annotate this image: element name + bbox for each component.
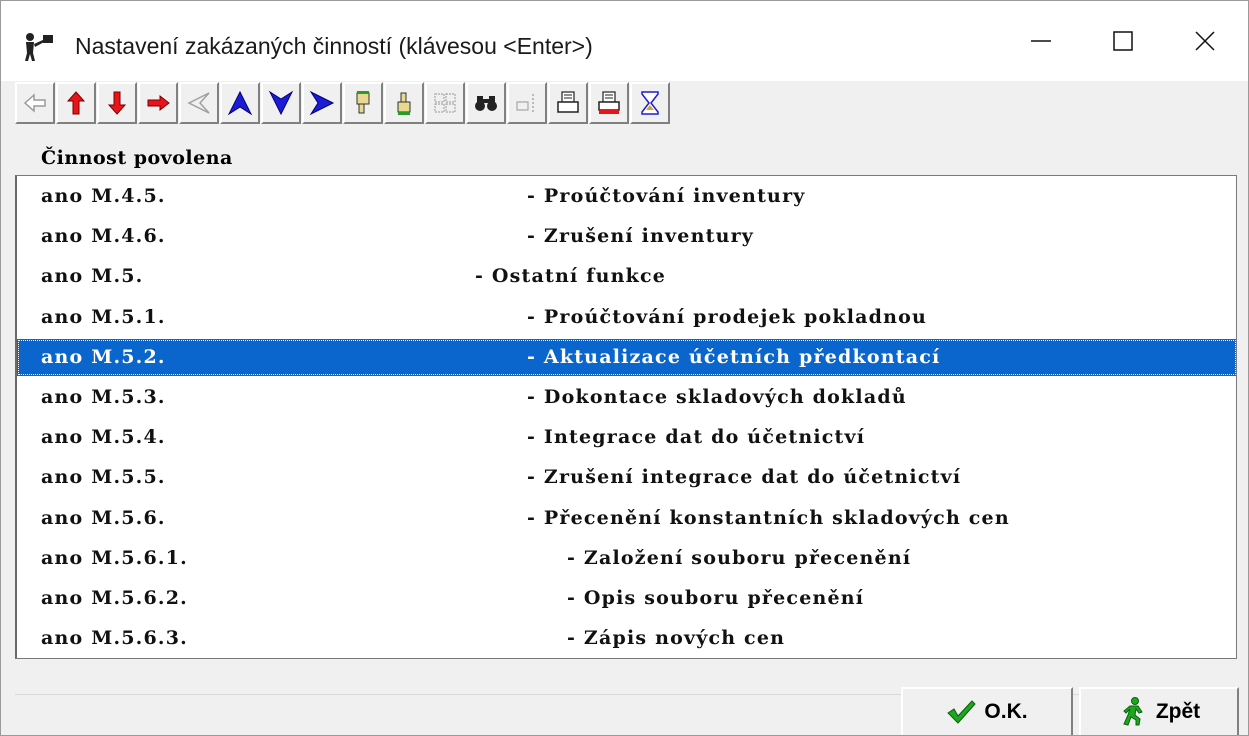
ok-label: O.K. [984,700,1028,723]
filter-button[interactable] [425,82,465,124]
column-header-label: Činnost povolena [41,147,233,169]
toolbar [15,82,845,124]
row-code: ano M.5.6.3. [41,627,188,650]
hand-pointing-up-icon [397,92,411,115]
hourglass-icon [641,91,659,115]
table-row[interactable]: ano M.5.6. - Přecenění konstantních sklad… [17,500,1236,537]
move-down-button[interactable] [97,82,137,124]
row-description: - Zrušení integrace dat do účetnictví [527,466,962,489]
row-code: ano M.5.3. [41,386,166,408]
row-description: - Dokontace skladových dokladů [527,386,907,408]
select-button[interactable] [507,82,547,124]
arrow-forward-blue-icon [309,90,335,116]
hand-down-button[interactable] [343,82,383,124]
hand-select-disabled-icon [516,94,534,112]
printer-red-icon [598,91,620,114]
table-row[interactable]: ano M.5.1. - Proúčtování prodejek pokladn… [17,299,1236,336]
row-description: - Integrace dat do účetnictví [527,426,866,449]
row-code: ano M.5.6.2. [41,587,188,609]
minimize-icon [1031,40,1051,42]
row-code: ano M.4.6. [41,225,166,248]
row-description: - Aktualizace účetních předkontací [527,345,941,368]
bottom-button[interactable] [261,82,301,124]
maximize-icon [1113,31,1133,51]
arrow-left-outline-disabled-icon [187,92,210,114]
wait-button[interactable] [630,82,670,124]
table-row[interactable]: ano M.4.5. - Proúčtování inventury [17,178,1236,215]
table-row[interactable]: ano M.5.2. - Aktualizace účetních předkon… [17,338,1236,376]
table-row[interactable]: ano M.5.6.1. - Založení souboru přecenění [17,540,1236,577]
row-code: ano M.5.6.1. [41,546,188,569]
row-code: ano M.5.2. [41,345,166,368]
print-red-button[interactable] [589,82,629,124]
binoculars-icon [475,96,497,111]
table-row[interactable]: ano M.4.6. - Zrušení inventury [17,218,1236,255]
ok-button[interactable]: O.K. [901,687,1073,735]
row-description: - Založení souboru přecenění [567,546,912,569]
back-button[interactable]: Zpět [1079,687,1239,735]
row-code: ano M.5.1. [41,305,166,328]
close-button[interactable] [1165,1,1247,81]
previous-page-button[interactable] [179,82,219,124]
row-code: ano M.5.4. [41,426,166,449]
row-description: - Proúčtování inventury [527,185,806,207]
row-code: ano M.5.6. [41,506,166,529]
running-figure-icon [1123,697,1143,726]
checkmark-icon [947,700,977,724]
row-description: - Proúčtování prodejek pokladnou [527,305,928,328]
row-code: ano M.5.5. [41,466,166,489]
filter-disabled-icon [434,93,456,113]
row-description: - Zrušení inventury [527,225,755,248]
grid-column-header[interactable]: Činnost povolena [15,139,1237,175]
arrow-down-red-icon [107,91,127,115]
table-row[interactable]: ano M.5.4. - Integrace dat do účetnictví [17,419,1236,456]
search-button[interactable] [466,82,506,124]
table-row[interactable]: ano M.5.3. - Dokontace skladových dokladů [17,379,1236,416]
row-description: - Opis souboru přecenění [567,587,865,609]
title-bar: Nastavení zakázaných činností (klávesou … [1,1,1248,81]
app-person-icon [25,33,53,61]
table-row[interactable]: ano M.5.6.3. - Zápis nových cen [17,620,1236,657]
hand-up-button[interactable] [384,82,424,124]
printer-icon [557,91,579,113]
arrow-top-blue-icon [227,90,253,116]
dialog-window: Nastavení zakázaných činností (klávesou … [0,0,1249,736]
row-description: - Zápis nových cen [567,627,786,650]
row-code: ano M.4.5. [41,185,166,207]
arrow-bottom-blue-icon [268,90,294,116]
next-page-button[interactable] [302,82,342,124]
row-description: - Přecenění konstantních skladových cen [527,506,1010,529]
top-button[interactable] [220,82,260,124]
activities-grid[interactable]: ano M.4.5. - Proúčtování inventury ano M.4… [15,175,1237,659]
arrow-up-red-icon [66,91,86,115]
back-label: Zpět [1155,700,1201,723]
hand-pointing-down-icon [356,91,370,114]
window-title: Nastavení zakázaných činností (klávesou … [75,33,593,59]
table-row[interactable]: ano M.5.6.2. - Opis souboru přecenění [17,580,1236,617]
move-up-button[interactable] [56,82,96,124]
close-icon [1195,31,1215,51]
table-row[interactable]: ano M.5. - Ostatní funkce [17,258,1236,295]
row-description: - Ostatní funkce [475,265,667,288]
first-record-button[interactable] [15,82,55,124]
table-row[interactable]: ano M.5.5. - Zrušení integrace dat do úče… [17,459,1236,496]
arrow-left-disabled-icon [23,93,46,113]
move-right-button[interactable] [138,82,178,124]
arrow-right-red-icon [147,94,170,112]
row-code: ano M.5. [41,265,144,288]
print-button[interactable] [548,82,588,124]
minimize-button[interactable] [1001,1,1083,81]
maximize-button[interactable] [1083,1,1165,81]
